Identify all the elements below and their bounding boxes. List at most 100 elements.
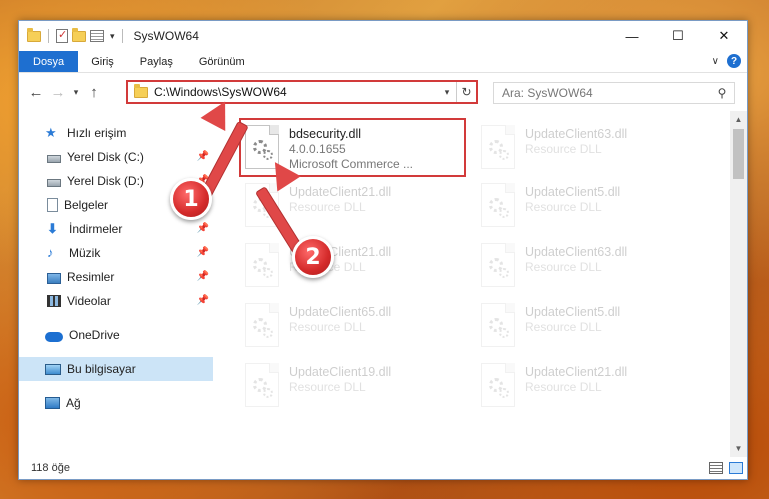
onedrive-cloud-icon: [45, 331, 63, 342]
dll-file-icon: [481, 183, 515, 227]
sidebar-item-this-pc[interactable]: Bu bilgisayar: [19, 357, 213, 381]
file-name: UpdateClient63.dll: [525, 127, 628, 141]
file-description: Resource DLL: [525, 200, 602, 214]
computer-icon: [45, 363, 61, 375]
scroll-thumb[interactable]: [733, 129, 744, 179]
details-view-icon[interactable]: [709, 462, 723, 474]
properties-check-icon[interactable]: [56, 28, 68, 43]
navigation-pane: ★ Hızlı erişim Yerel Disk (C:) 📌 Yerel D…: [19, 111, 213, 457]
sidebar-item-label: İndirmeler: [69, 222, 123, 236]
tiles-view-icon[interactable]: [729, 462, 743, 474]
up-arrow-icon[interactable]: ↑: [83, 84, 105, 101]
help-icon[interactable]: ?: [727, 54, 741, 68]
file-name: UpdateClient65.dll: [289, 305, 392, 319]
file-description: Resource DLL: [289, 320, 366, 334]
list-item[interactable]: UpdateClient21.dllResource DLL: [241, 237, 461, 291]
list-item[interactable]: UpdateClient5.dll Resource DLL: [477, 177, 697, 231]
sidebar-item-label: Müzik: [69, 246, 101, 260]
rename-icon[interactable]: [90, 30, 104, 42]
search-input[interactable]: Ara: SysWOW64: [502, 86, 710, 100]
window-controls: — ☐ ✕: [609, 21, 747, 51]
forward-arrow-icon[interactable]: →: [47, 84, 69, 101]
downloads-icon: ⬇: [47, 221, 58, 236]
sidebar-item-label: Belgeler: [64, 198, 109, 212]
pin-icon: 📌: [196, 247, 209, 258]
pin-icon: 📌: [196, 271, 209, 282]
sidebar-item-label: OneDrive: [69, 328, 120, 342]
sidebar-item-label: Yerel Disk (C:): [67, 150, 144, 164]
scroll-down-icon[interactable]: ▼: [730, 440, 747, 457]
content-area: ★ Hızlı erişim Yerel Disk (C:) 📌 Yerel D…: [19, 111, 747, 457]
file-name: UpdateClient5.dll: [525, 305, 621, 319]
dll-file-icon: [481, 363, 515, 407]
sidebar-item-quick-access[interactable]: ★ Hızlı erişim: [19, 121, 213, 145]
vertical-scrollbar[interactable]: ▲ ▼: [730, 111, 747, 457]
sidebar-item-local-disk-c[interactable]: Yerel Disk (C:) 📌: [19, 145, 213, 169]
file-name: UpdateClient19.dll: [289, 365, 392, 379]
tab-view[interactable]: Görünüm: [186, 51, 258, 72]
search-icon[interactable]: ⚲: [710, 86, 734, 100]
sidebar-item-music[interactable]: ♪ Müzik 📌: [19, 241, 213, 265]
drive-icon: [47, 154, 61, 163]
pin-icon: 📌: [196, 151, 209, 162]
dll-file-icon: [481, 125, 515, 169]
file-description: Resource DLL: [525, 142, 602, 156]
status-bar: 118 öğe: [19, 457, 747, 479]
list-item[interactable]: UpdateClient63.dll Resource DLL: [477, 237, 697, 291]
new-folder-icon[interactable]: [72, 27, 86, 42]
step-badge-1: 1: [170, 178, 212, 220]
sidebar-item-network[interactable]: Ağ: [19, 391, 213, 415]
tab-file[interactable]: Dosya: [19, 51, 79, 72]
file-description: Resource DLL: [525, 380, 602, 394]
close-button[interactable]: ✕: [701, 21, 747, 51]
file-description: Resource DLL: [525, 320, 602, 334]
drive-icon: [47, 178, 61, 187]
sidebar-item-onedrive[interactable]: OneDrive: [19, 323, 213, 347]
file-description: Resource DLL: [289, 380, 366, 394]
back-arrow-icon[interactable]: ←: [25, 84, 47, 101]
file-description: Resource DLL: [525, 260, 602, 274]
dll-file-icon: [245, 243, 279, 287]
ribbon-tabs: Dosya Giriş Paylaş Görünüm ∨ ?: [19, 51, 747, 73]
list-item[interactable]: UpdateClient65.dll Resource DLL: [241, 297, 461, 351]
sidebar-item-label: Bu bilgisayar: [67, 362, 136, 376]
file-name: UpdateClient63.dll: [525, 245, 628, 259]
dll-file-icon: [245, 363, 279, 407]
refresh-icon[interactable]: ↻: [456, 82, 476, 102]
ribbon-right: ∨ ?: [712, 54, 741, 68]
list-item[interactable]: UpdateClient5.dll Resource DLL: [477, 297, 697, 351]
sidebar-item-downloads[interactable]: ⬇ İndirmeler 📌: [19, 217, 213, 241]
recent-locations-icon[interactable]: ▾: [69, 87, 83, 98]
expand-ribbon-icon[interactable]: ∨: [712, 56, 719, 67]
dll-file-icon: [481, 243, 515, 287]
customize-toolbar-icon[interactable]: ▾: [110, 31, 115, 42]
documents-icon: [47, 198, 58, 212]
item-count: 118 öğe: [31, 462, 70, 474]
scroll-up-icon[interactable]: ▲: [730, 111, 747, 128]
folder-icon: [27, 27, 41, 42]
folder-icon: [134, 83, 148, 98]
sidebar-item-label: Hızlı erişim: [67, 126, 127, 140]
sidebar-item-pictures[interactable]: Resimler 📌: [19, 265, 213, 289]
pictures-icon: [47, 272, 61, 284]
minimize-button[interactable]: —: [609, 21, 655, 51]
list-item[interactable]: UpdateClient63.dll Resource DLL: [477, 119, 697, 173]
tab-share[interactable]: Paylaş: [127, 51, 186, 72]
toolbar-separator: [48, 29, 49, 43]
toolbar-separator: [121, 29, 123, 43]
list-item[interactable]: UpdateClient21.dllResource DLL: [477, 357, 697, 411]
tab-home[interactable]: Giriş: [78, 51, 127, 72]
address-path[interactable]: C:\Windows\SysWOW64: [154, 85, 438, 99]
sidebar-item-videos[interactable]: Videolar 📌: [19, 289, 213, 313]
maximize-button[interactable]: ☐: [655, 21, 701, 51]
list-item[interactable]: UpdateClient19.dll Resource DLL: [241, 357, 461, 411]
step-badge-2: 2: [292, 236, 334, 278]
dll-file-icon: [245, 303, 279, 347]
search-box[interactable]: Ara: SysWOW64 ⚲: [493, 82, 735, 104]
quick-access-toolbar: ▾: [19, 27, 126, 43]
sidebar-item-label: Ağ: [66, 396, 81, 410]
videos-icon: [47, 295, 61, 307]
address-dropdown-icon[interactable]: ▾: [438, 87, 456, 98]
dll-file-icon: [481, 303, 515, 347]
address-bar[interactable]: C:\Windows\SysWOW64 ▾ ↻: [126, 80, 478, 104]
